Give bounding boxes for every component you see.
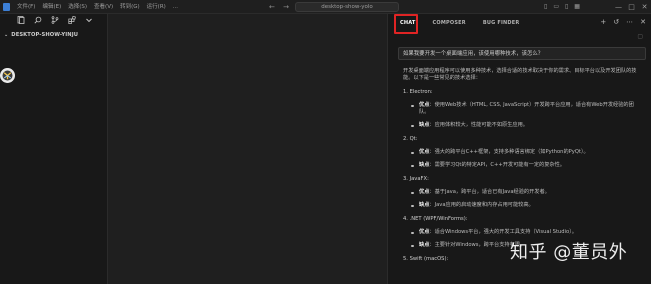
list-item: 优点：基于Java，跨平台，适合已有Java经验的开发者。 xyxy=(403,189,641,196)
menu-selection[interactable]: 选择(S) xyxy=(68,2,87,12)
close-icon[interactable]: ✕ xyxy=(640,17,646,27)
pro-text: ：使用Web技术（HTML, CSS, JavaScript）开发跨平台应用，适… xyxy=(419,102,634,115)
command-center[interactable]: desktop-show-yolo xyxy=(295,2,399,12)
tab-chat[interactable]: CHAT xyxy=(400,16,416,30)
list-item: 缺点：需要学习Qt的特定API，C++开发可能有一定的复杂性。 xyxy=(403,162,641,169)
explorer-toolbar xyxy=(17,16,93,24)
pro-label: 优点 xyxy=(419,149,430,155)
pro-text: ：强大的跨平台C++框架，支持多种语言绑定（如Python的PyQt）。 xyxy=(429,149,589,155)
con-text: ：应用体积较大，性能可能不如原生应用。 xyxy=(429,122,528,128)
nav-arrows[interactable]: ← → xyxy=(269,2,292,12)
maximize-button[interactable]: □ xyxy=(625,0,638,14)
explorer-folder-header[interactable]: ⌄ DESKTOP-SHOW-YINJU xyxy=(4,31,78,39)
con-text: ：Java应用的启动速度和内存占用可能较高。 xyxy=(429,202,534,208)
toggle-secondary-sidebar-icon[interactable]: ▯ xyxy=(565,2,568,12)
close-button[interactable]: ✕ xyxy=(638,0,651,14)
toggle-panel-icon[interactable]: ▭ xyxy=(553,2,559,12)
menu-edit[interactable]: 编辑(E) xyxy=(42,2,61,12)
list-item: 缺点：应用体积较大，性能可能不如原生应用。 xyxy=(403,122,641,129)
con-label: 缺点 xyxy=(419,122,430,128)
menu-view[interactable]: 查看(V) xyxy=(94,2,113,12)
panel-actions: + ↺ ⋯ ✕ xyxy=(600,17,646,27)
menu-run[interactable]: 运行(R) xyxy=(147,2,166,12)
customize-layout-icon[interactable]: ▦ xyxy=(574,2,580,12)
list-item: 优点：强大的跨平台C++框架，支持多种语言绑定（如Python的PyQt）。 xyxy=(403,149,641,156)
menu-more[interactable]: ... xyxy=(173,2,178,12)
answer-intro: 开发桌面端应用程序可以使用多种技术，选择合适的技术取决于你的需求、目标平台以及开… xyxy=(403,68,637,81)
files-icon[interactable] xyxy=(17,16,25,24)
con-label: 缺点 xyxy=(419,242,430,248)
con-text: ：需要学习Qt的特定API，C++开发可能有一定的复杂性。 xyxy=(429,162,565,168)
search-icon[interactable] xyxy=(34,16,42,24)
list-item: 缺点：Java应用的启动速度和内存占用可能较高。 xyxy=(403,202,641,209)
more-icon[interactable]: ⋯ xyxy=(626,17,633,27)
chevron-down-icon: ⌄ xyxy=(4,32,9,38)
source-control-icon[interactable] xyxy=(51,16,59,24)
menu-file[interactable]: 文件(F) xyxy=(17,2,35,12)
title-bar: 文件(F) 编辑(E) 选择(S) 查看(V) 转到(G) 运行(R) ... … xyxy=(0,0,651,14)
con-label: 缺点 xyxy=(419,162,430,168)
history-icon[interactable]: ↺ xyxy=(613,17,619,27)
pro-text: ：适合Windows平台，强大的开发工具支持（Visual Studio）。 xyxy=(429,229,577,235)
tab-bug-finder[interactable]: BUG FINDER xyxy=(483,16,520,30)
window-controls: — □ ✕ xyxy=(612,0,651,14)
chevron-down-icon[interactable] xyxy=(85,16,93,24)
avatar[interactable] xyxy=(0,68,15,83)
folder-name: DESKTOP-SHOW-YINJU xyxy=(11,32,79,38)
section-title: 1. Electron: xyxy=(403,89,433,95)
list-item: 优点：使用Web技术（HTML, CSS, JavaScript）开发跨平台应用… xyxy=(403,102,641,116)
user-question: 如果我要开发一个桌面端应用，该使用哪种技术，该怎么？ xyxy=(398,47,646,60)
layout-controls: ▯ ▭ ▯ ▦ xyxy=(544,2,580,12)
pro-label: 优点 xyxy=(419,102,430,108)
section-title: 3. JavaFX: xyxy=(403,176,429,182)
pro-label: 优点 xyxy=(419,229,430,235)
new-chat-icon[interactable]: ▢ xyxy=(637,33,643,40)
section-title: 4. .NET (WPF/WinForms): xyxy=(403,216,468,222)
menu-bar: 文件(F) 编辑(E) 选择(S) 查看(V) 转到(G) 运行(R) ... xyxy=(17,2,178,12)
menu-go[interactable]: 转到(G) xyxy=(120,2,140,12)
editor-area[interactable] xyxy=(108,14,387,284)
pro-text: ：基于Java，跨平台，适合已有Java经验的开发者。 xyxy=(429,189,550,195)
tab-composer[interactable]: COMPOSER xyxy=(433,16,466,30)
list-item: 优点：适合Windows平台，强大的开发工具支持（Visual Studio）。 xyxy=(403,229,641,236)
app-logo-icon xyxy=(3,3,10,11)
pro-label: 优点 xyxy=(419,189,430,195)
add-icon[interactable]: + xyxy=(600,17,606,27)
watermark: 知乎 @董员外 xyxy=(510,242,628,263)
chat-tabs: CHAT COMPOSER BUG FINDER xyxy=(400,16,519,30)
assistant-answer: 开发桌面端应用程序可以使用多种技术，选择合适的技术取决于你的需求、目标平台以及开… xyxy=(403,68,641,269)
minimize-button[interactable]: — xyxy=(612,0,625,14)
con-label: 缺点 xyxy=(419,202,430,208)
section-title: 2. Qt: xyxy=(403,136,418,142)
extensions-icon[interactable] xyxy=(68,16,76,24)
toggle-sidebar-icon[interactable]: ▯ xyxy=(544,2,547,12)
